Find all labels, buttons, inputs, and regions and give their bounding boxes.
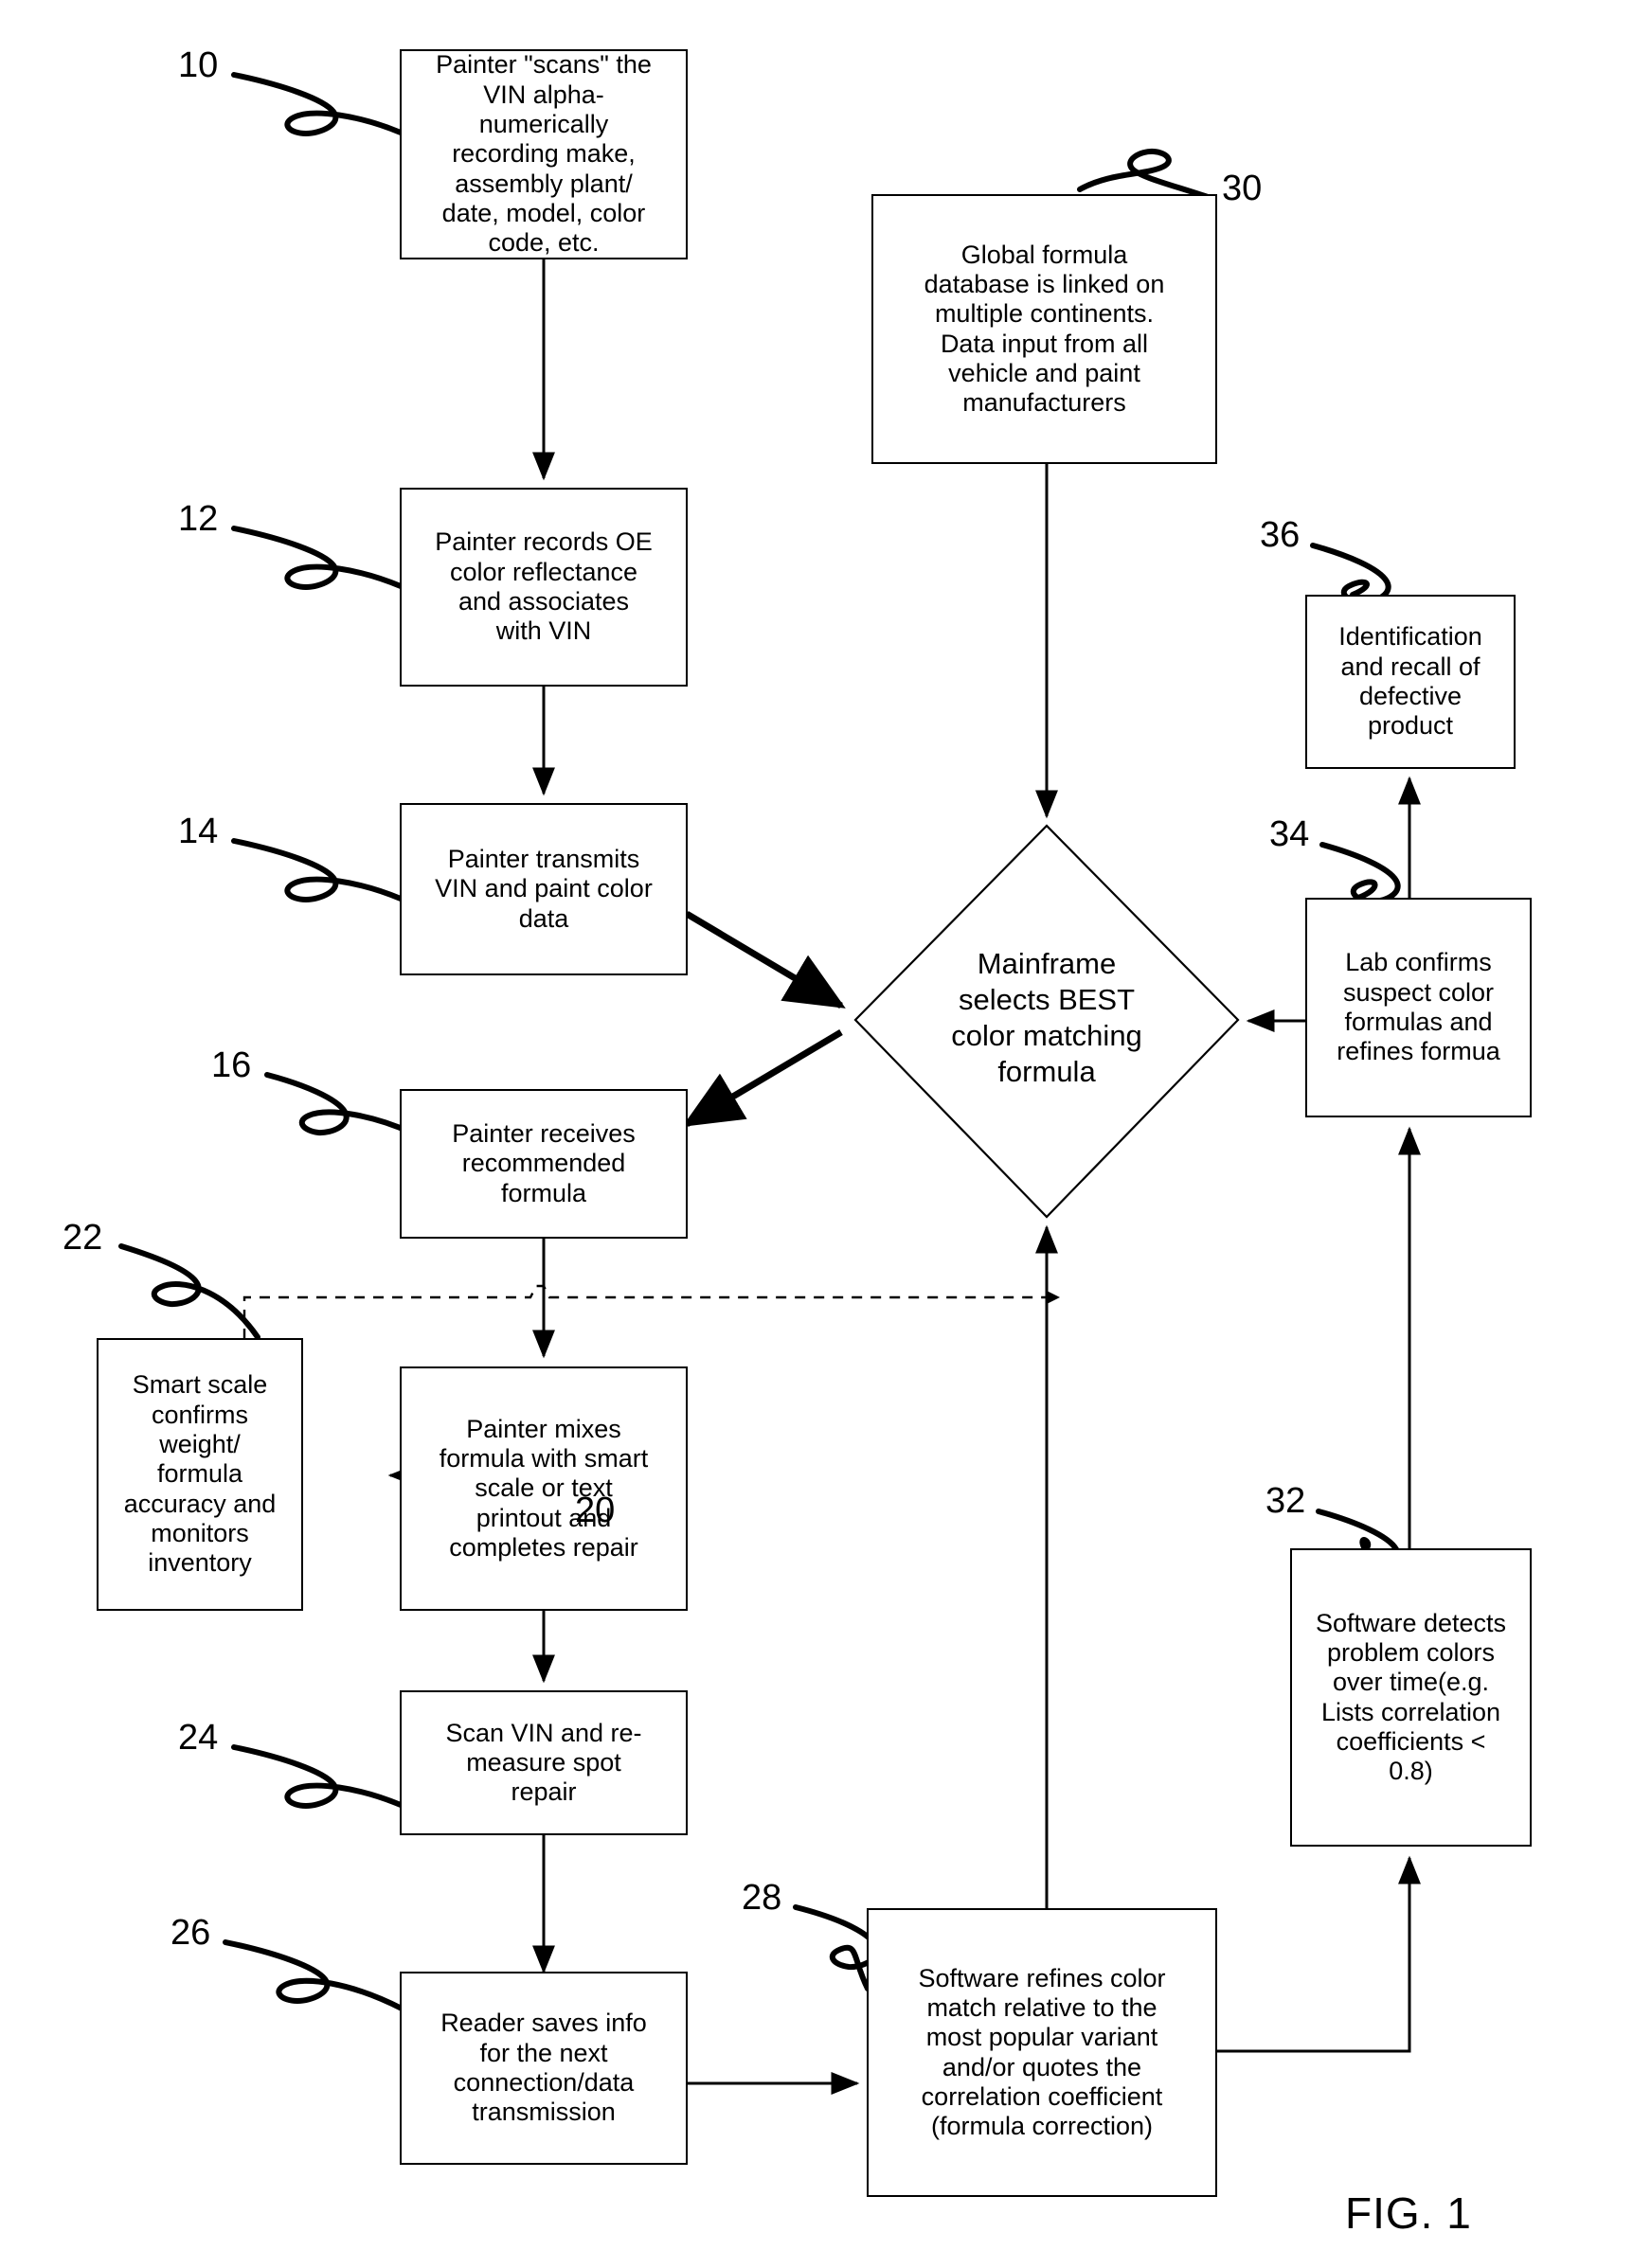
ref-numeral-28: 28 [742, 1878, 782, 1918]
ref-numeral-34: 34 [1269, 814, 1310, 854]
process-box-26: Reader saves info for the next connectio… [400, 1972, 688, 2165]
process-box-34: Lab confirms suspect color formulas and … [1305, 898, 1532, 1117]
ref-numeral-30: 30 [1222, 169, 1263, 208]
ref-numeral-14: 14 [178, 812, 219, 851]
ref-numeral-22: 22 [63, 1218, 103, 1258]
ref-numeral-32: 32 [1265, 1481, 1306, 1521]
ref-numeral-24: 24 [178, 1718, 219, 1758]
connector-layer [118, 72, 1421, 2095]
patent-figure: Painter "scans" the VIN alpha- numerical… [0, 0, 1651, 2268]
process-box-28: Software refines color match relative to… [867, 1908, 1217, 2197]
figure-caption: FIG. 1 [1345, 2188, 1472, 2238]
process-box-16: Painter receives recommended formula [400, 1089, 688, 1239]
process-box-32: Software detects problem colors over tim… [1290, 1548, 1532, 1847]
process-box-30: Global formula database is linked on mul… [871, 194, 1217, 464]
ref-numeral-20: 20 [575, 1491, 616, 1530]
process-box-22: Smart scale confirms weight/ formula acc… [97, 1338, 303, 1611]
ref-numeral-26: 26 [170, 1913, 211, 1953]
process-box-14: Painter transmits VIN and paint color da… [400, 803, 688, 975]
process-box-20: Painter mixes formula with smart scale o… [400, 1366, 688, 1611]
ref-numeral-16: 16 [211, 1045, 252, 1085]
process-box-36: Identification and recall of defective p… [1305, 595, 1516, 769]
process-box-10: Painter "scans" the VIN alpha- numerical… [400, 49, 688, 259]
ref-numeral-10: 10 [178, 45, 219, 85]
ref-numeral-36: 36 [1260, 515, 1301, 555]
ref-numeral-12: 12 [178, 499, 219, 539]
process-box-24: Scan VIN and re- measure spot repair [400, 1690, 688, 1835]
process-box-12: Painter records OE color reflectance and… [400, 488, 688, 687]
decision-label-mainframe: Mainframe selects BEST color matching fo… [951, 947, 1142, 1088]
